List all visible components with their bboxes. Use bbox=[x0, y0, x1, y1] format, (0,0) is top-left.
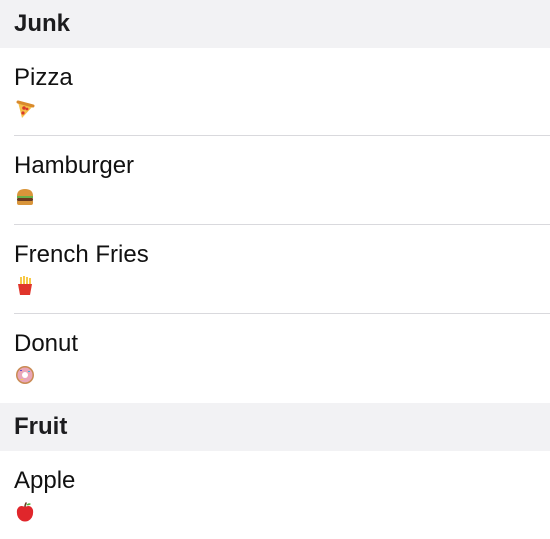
section-header-label: Fruit bbox=[14, 413, 68, 440]
apple-icon bbox=[14, 501, 38, 525]
list-item-donut[interactable]: Donut bbox=[0, 314, 550, 403]
section-header-junk: Junk bbox=[0, 0, 550, 48]
list-item-apple[interactable]: Apple bbox=[0, 451, 550, 539]
list-item-title: Pizza bbox=[14, 64, 73, 91]
list-item-hamburger[interactable]: Hamburger bbox=[0, 136, 550, 225]
section-header-label: Junk bbox=[14, 10, 71, 37]
list-item-pizza[interactable]: Pizza bbox=[0, 48, 550, 136]
food-list: Junk Pizza Hamburger French Fries Donut … bbox=[0, 0, 550, 539]
section-header-fruit: Fruit bbox=[0, 403, 550, 451]
list-item-french-fries[interactable]: French Fries bbox=[0, 225, 550, 314]
hamburger-icon bbox=[14, 186, 38, 210]
donut-icon bbox=[14, 364, 38, 388]
list-item-title: Apple bbox=[14, 467, 76, 494]
list-item-title: Donut bbox=[14, 330, 79, 357]
list-item-title: Hamburger bbox=[14, 152, 135, 179]
french-fries-icon bbox=[14, 275, 38, 299]
list-item-title: French Fries bbox=[14, 241, 149, 268]
pizza-icon bbox=[14, 98, 38, 122]
